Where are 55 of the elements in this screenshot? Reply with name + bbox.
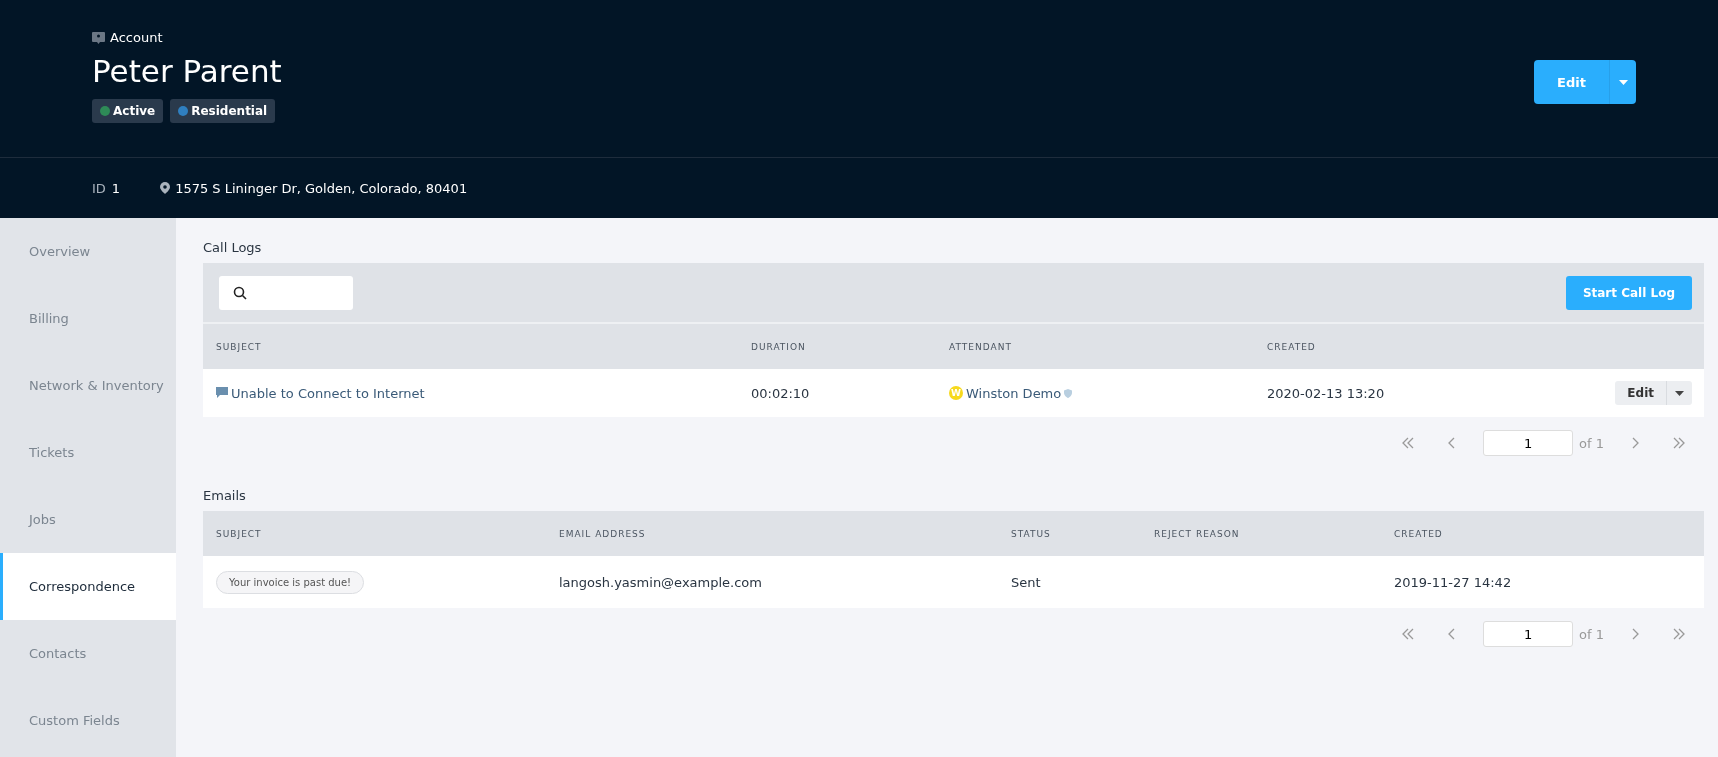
- created-cell-text: 2020-02-13 13:20: [1267, 385, 1386, 401]
- column-header: ATTENDANT: [949, 341, 1013, 352]
- chevron-icon: [1401, 437, 1416, 449]
- caret-icon: [1618, 79, 1628, 85]
- address-text: 1575 S Lininger Dr, Golden, Colorado, 80401: [175, 180, 468, 196]
- search-field[interactable]: [219, 275, 353, 310]
- start-call-log-button[interactable]: Start Call Log: [1565, 275, 1692, 310]
- column-header: REJECT REASON: [1154, 528, 1241, 539]
- shield-icon: [1064, 388, 1073, 398]
- chevron-icon: [1672, 628, 1686, 640]
- column-header: CREATED: [1267, 341, 1317, 352]
- attendant-name: Winston Demo: [966, 385, 1062, 401]
- section-title: Call Logs: [203, 240, 263, 255]
- sidebar-item[interactable]: Billing: [0, 285, 176, 352]
- row-edit-button[interactable]: Edit: [1615, 381, 1666, 405]
- subject-tag[interactable]: Your invoice is past due!: [216, 570, 365, 594]
- status-tag: Active: [92, 99, 164, 123]
- column-header: STATUS: [1011, 528, 1052, 539]
- chevron-icon: [1401, 628, 1416, 640]
- edit-button[interactable]: Edit: [1534, 60, 1609, 104]
- account-name: Peter Parent: [92, 53, 282, 89]
- row-menu-button[interactable]: [1666, 381, 1692, 405]
- id-value: 1: [111, 180, 121, 196]
- section-title: Emails: [203, 488, 247, 503]
- search-icon: [233, 285, 247, 300]
- column-header: CREATED: [1394, 528, 1444, 539]
- sidebar-item[interactable]: Tickets: [0, 419, 176, 486]
- duration-cell-text: 00:02:10: [751, 385, 811, 401]
- caret-icon: [1675, 390, 1684, 396]
- attendant-avatar: W: [949, 386, 963, 400]
- sidebar-item[interactable]: Correspondence: [0, 553, 176, 620]
- subject-link[interactable]: Unable to Connect to Internet: [231, 385, 425, 401]
- sidebar-item[interactable]: Overview: [0, 218, 176, 285]
- id-label: ID: [92, 180, 106, 196]
- email-cell-text: langosh.yasmin@example.com: [559, 574, 763, 590]
- page-kind-label: Account: [110, 30, 163, 45]
- location-pin-icon: [160, 182, 171, 194]
- sidebar-item[interactable]: Network & Inventory: [0, 352, 176, 419]
- sidebar-item[interactable]: Contacts: [0, 620, 176, 687]
- column-header: SUBJECT: [216, 528, 263, 539]
- status-cell-text: Sent: [1011, 574, 1042, 590]
- page-count: of 1: [1579, 626, 1604, 642]
- status-tag: Residential: [170, 99, 276, 123]
- sidebar-item[interactable]: Custom Fields: [0, 687, 176, 754]
- chat-icon: [216, 387, 228, 399]
- page-input[interactable]: 1: [1483, 621, 1574, 647]
- column-header: DURATION: [751, 341, 807, 352]
- column-header: SUBJECT: [216, 341, 263, 352]
- edit-menu-button[interactable]: [1609, 60, 1636, 104]
- page-count: of 1: [1579, 435, 1604, 451]
- created-cell-text: 2019-11-27 14:42: [1394, 574, 1513, 590]
- sidebar-item[interactable]: Jobs: [0, 486, 176, 553]
- page-input[interactable]: 1: [1483, 430, 1574, 456]
- column-header: EMAIL ADDRESS: [559, 528, 647, 539]
- chevron-icon: [1672, 437, 1686, 449]
